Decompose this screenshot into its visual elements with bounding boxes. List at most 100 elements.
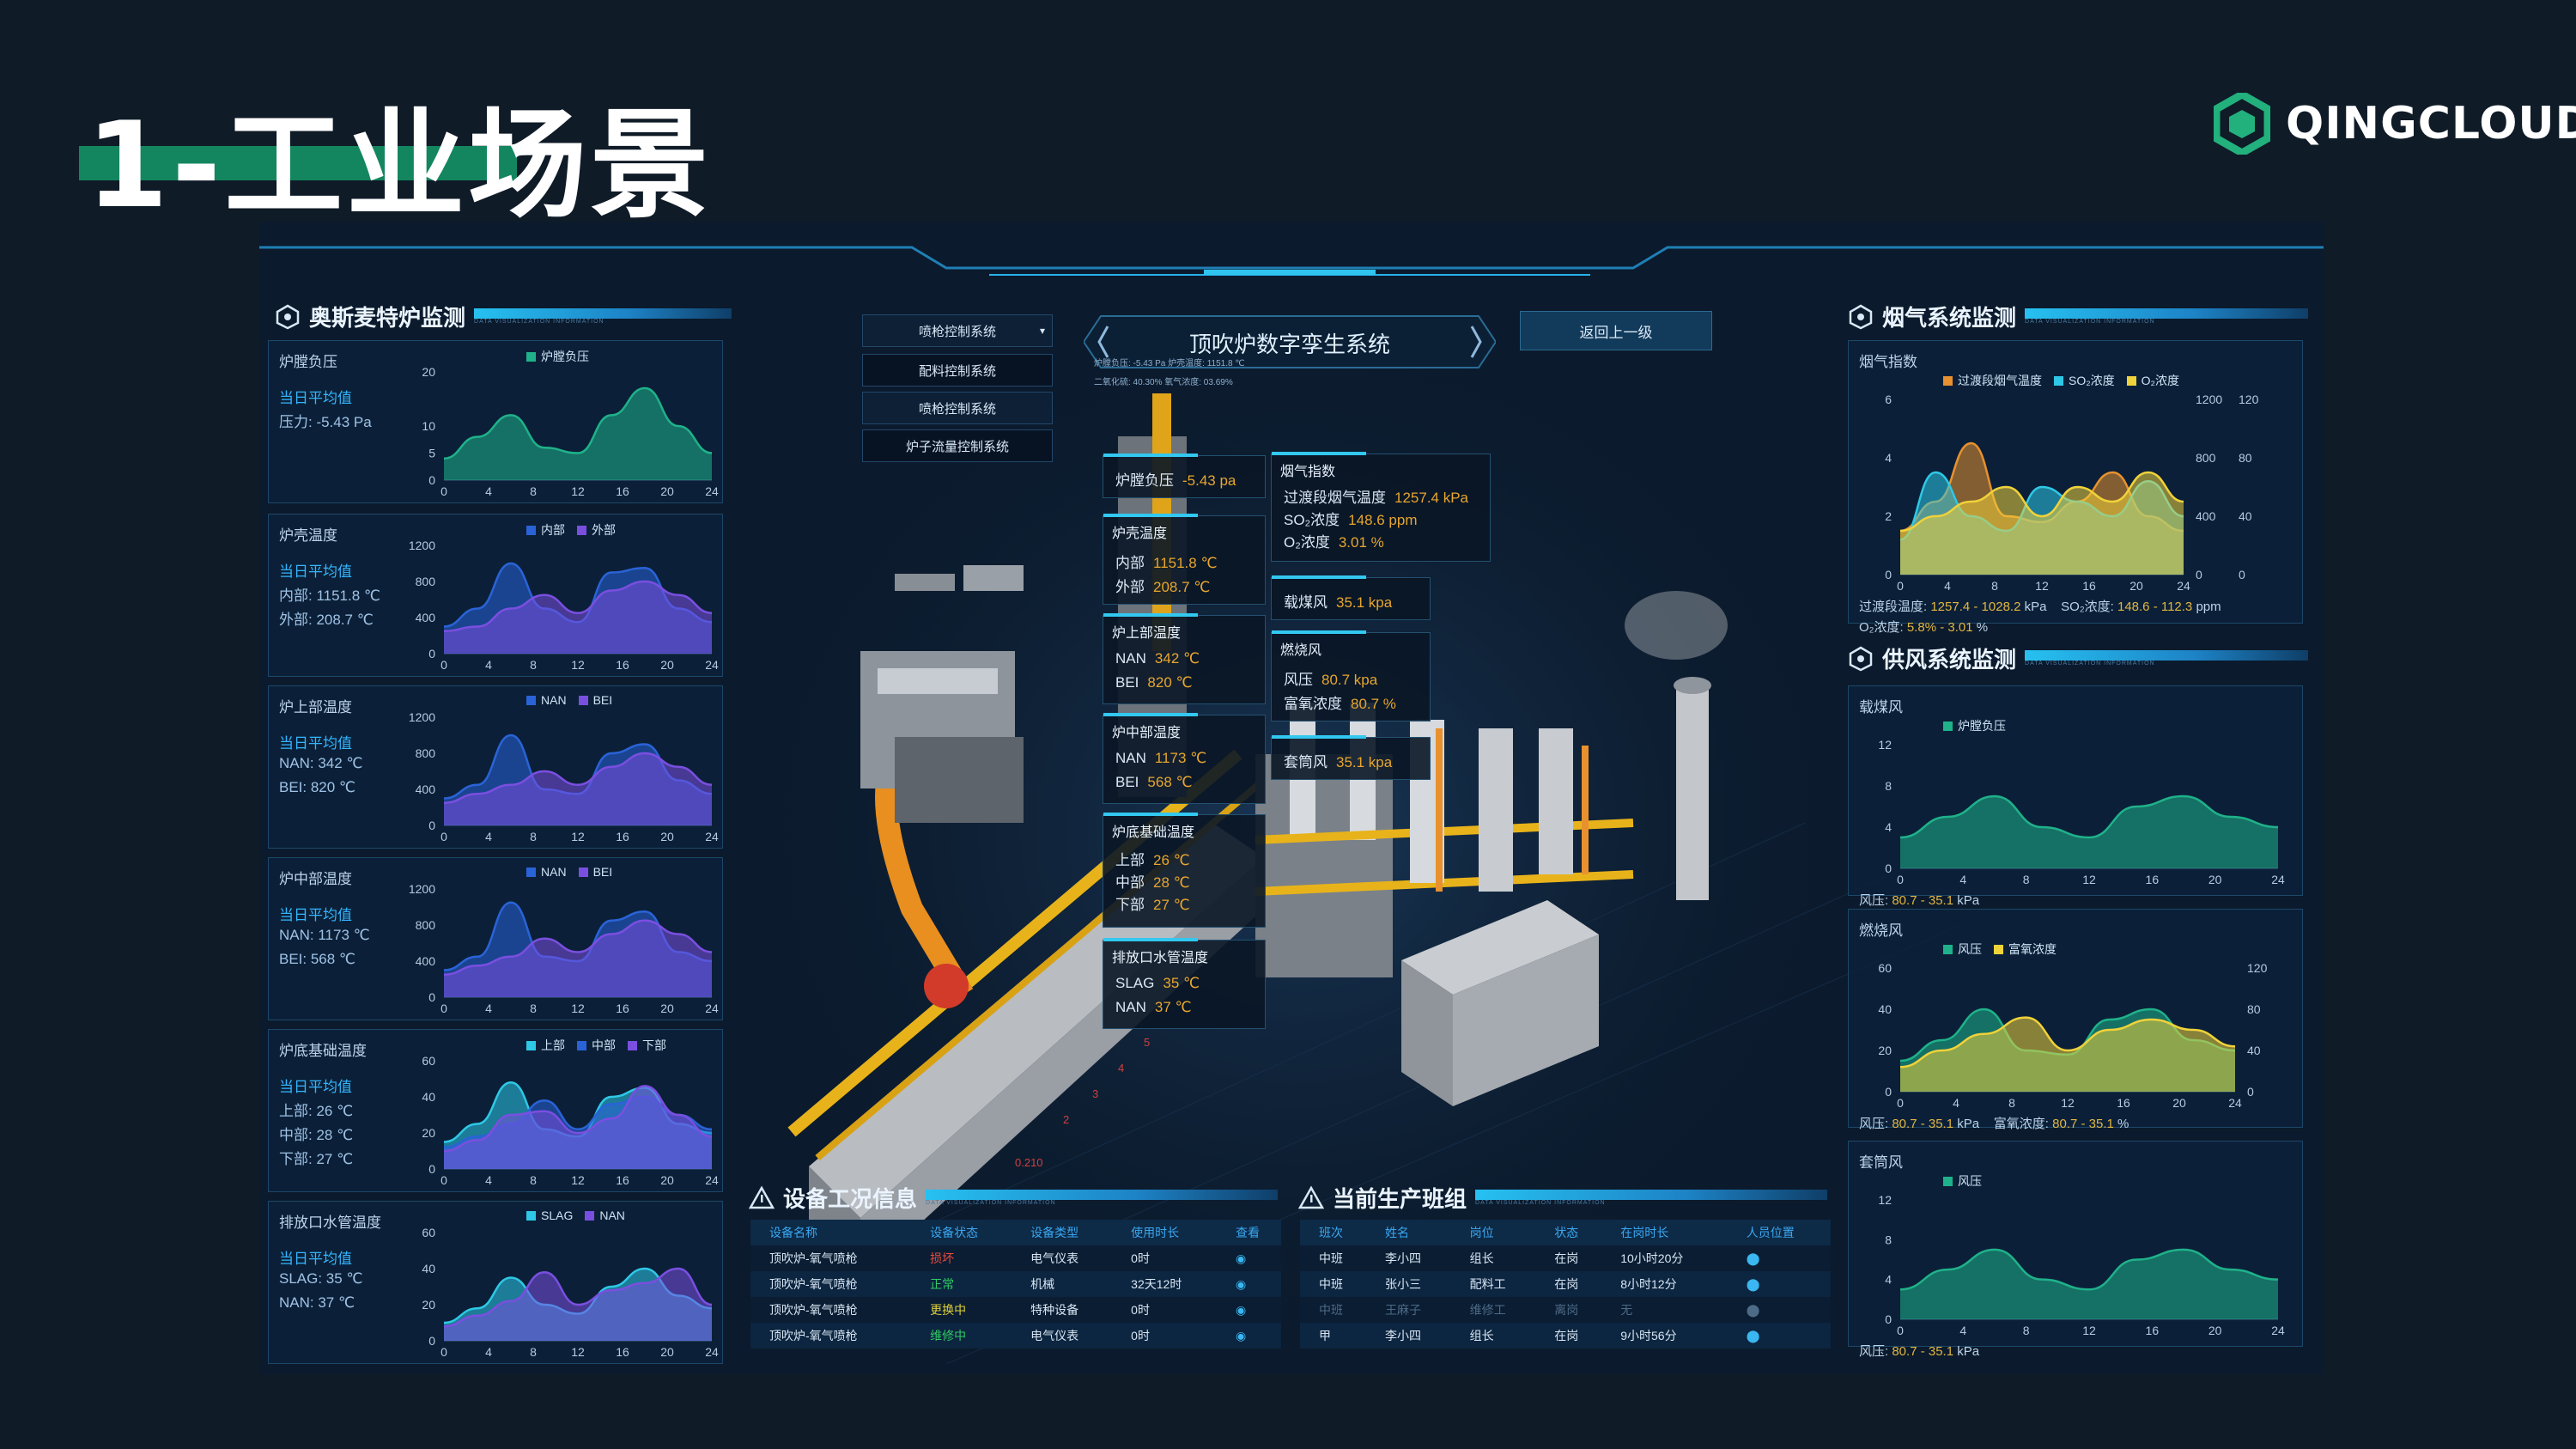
x-tick-label: 20 [2172, 1096, 2186, 1110]
daily-average-value: 中部: 28 ℃ [279, 1127, 354, 1143]
scale-mark: 4 [1118, 1062, 1124, 1075]
x-tick-label: 24 [705, 1002, 719, 1015]
area-chart: 0 400 800 1200 0 4 8 12 16 20 24 [409, 539, 719, 672]
control-menu-item-batching[interactable]: 配料控制系统 [862, 354, 1053, 387]
chart-title: 炉壳温度 [279, 527, 337, 544]
x-tick-label: 24 [705, 1173, 719, 1187]
chart-area: 0 20 40 60 0 40 80 120 0 4 8 12 16 20 24 [1857, 958, 2295, 1117]
area-chart: 0 5 10 20 0 4 8 12 16 20 24 [422, 365, 719, 498]
chart-title: 炉膛负压 [279, 354, 337, 370]
x-tick-label: 0 [440, 830, 447, 843]
chart-title: 载煤风 [1859, 699, 1903, 715]
control-menu-item-lance[interactable]: 喷枪控制系统 ▾ [862, 314, 1053, 347]
box-flue-index[interactable]: 烟气指数 过渡段烟气温度 1257.4 kPa SO₂浓度 148.6 ppm O₂… [1271, 452, 1491, 562]
chart-panel-4: 炉底基础温度 当日平均值 上部: 26 ℃ 中部: 28 ℃ 下部: 27 ℃ 上部 中部下… [268, 1029, 723, 1192]
x-tick-label: 20 [660, 1345, 674, 1359]
back-button[interactable]: 返回上一级 [1520, 311, 1712, 350]
x-tick-label: 8 [2023, 873, 2030, 886]
chart-area: 0 400 800 1200 0 4 8 12 16 20 24 [406, 535, 724, 679]
location-pin-icon[interactable]: ⬤ [1747, 1251, 1760, 1265]
area-chart: 024604008001200040801200 4 8 12 16 20 24 [1885, 393, 2258, 593]
chart-title: 炉中部温度 [279, 871, 352, 887]
x-tick-label: 12 [571, 484, 585, 498]
y2-tick-label: 80 [2247, 1002, 2261, 1016]
box-shell-temp[interactable]: 炉壳温度 内部 1151.8 ℃ 外部 208.7 ℃ [1103, 514, 1266, 605]
x-tick-label: 16 [616, 484, 629, 498]
left-panel-header: 奥斯麦特炉监测 DATA VISUALIZATION INFORMATION [275, 301, 732, 332]
y3-tick-label: 40 [2239, 509, 2252, 523]
legend-item[interactable]: O₂浓度 [2126, 372, 2179, 389]
box-furnace-pressure[interactable]: 炉膛负压 -5.43 pa [1103, 454, 1266, 498]
daily-average-label: 当日平均值 [279, 1251, 352, 1267]
box-burn-air[interactable]: 燃烧风 风压 80.7 kpa 富氧浓度 80.7 % [1271, 630, 1431, 721]
y-tick-label: 800 [416, 575, 436, 588]
legend-item[interactable]: 过渡段烟气温度 [1943, 372, 2042, 389]
location-pin-icon[interactable]: ⬤ [1747, 1303, 1760, 1317]
location-pin-icon[interactable]: ⬤ [1747, 1277, 1760, 1291]
legend-item[interactable]: BEI [578, 693, 612, 707]
x-tick-label: 12 [571, 1002, 585, 1015]
daily-average-value: 外部: 208.7 ℃ [279, 612, 374, 628]
chart-panel-flue: 烟气指数 过渡段烟气温度 SO₂浓度 O₂浓度 0 2 4 6 0 400 800 1200 0 40 80… [1848, 340, 2303, 635]
x-tick-label: 12 [571, 830, 585, 843]
box-upper-temp[interactable]: 炉上部温度 NAN 342 ℃ BEI 820 ℃ [1103, 613, 1266, 704]
slide-title: 1-工业场景 [86, 96, 713, 234]
x-tick-label: 24 [2271, 873, 2285, 886]
x-tick-label: 4 [1959, 1324, 1966, 1337]
view-eye-icon[interactable]: ◉ [1236, 1329, 1246, 1342]
chevron-down-icon: ▾ [1039, 325, 1045, 337]
y-tick-label: 20 [422, 1298, 435, 1312]
y3-tick-label: 80 [2239, 451, 2252, 465]
x-tick-label: 20 [660, 1173, 674, 1187]
control-menu-item-lance-2[interactable]: 喷枪控制系统 [862, 392, 1053, 424]
header-subtitle: DATA VISUALIZATION INFORMATION [2025, 661, 2155, 667]
x-tick-label: 4 [485, 830, 492, 843]
table-row: 顶吹炉-氧气喷枪 正常 机械 32天12时 ◉ [750, 1271, 1281, 1297]
legend-item[interactable]: NAN [526, 693, 567, 707]
box-coal-air[interactable]: 载煤风 35.1 kpa [1271, 575, 1431, 620]
legend-item[interactable]: SO₂浓度 [2054, 372, 2115, 389]
header-subtitle: DATA VISUALIZATION INFORMATION [926, 1200, 1056, 1206]
x-tick-label: 24 [705, 658, 719, 672]
legend-item[interactable]: 富氧浓度 [1994, 941, 2057, 958]
x-tick-label: 12 [2035, 579, 2049, 593]
box-middle-temp[interactable]: 炉中部温度 NAN 1173 ℃ BEI 568 ℃ [1103, 713, 1266, 804]
chart-legend: 过渡段烟气温度 SO₂浓度 O₂浓度 [1943, 372, 2179, 389]
legend-item[interactable]: BEI [578, 865, 612, 879]
location-pin-icon[interactable]: ⬤ [1747, 1329, 1760, 1342]
legend-item[interactable]: 风压 [1943, 941, 1982, 958]
chart-legend: NAN BEI [526, 865, 612, 879]
left-panel-title: 奥斯麦特炉监测 [309, 305, 466, 331]
x-tick-label: 24 [2271, 1324, 2285, 1337]
legend-item[interactable]: 风压 [1943, 1172, 1982, 1190]
table-row: 顶吹炉-氧气喷枪 维修中 电气仪表 0时 ◉ [750, 1323, 1281, 1349]
shift-table: 班次 姓名 岗位 状态 在岗时长 人员位置 中班 李小四 组长 在岗 10小时20分 ⬤ … [1300, 1220, 1831, 1349]
x-tick-label: 12 [571, 1345, 585, 1359]
y-tick-label: 60 [1878, 961, 1892, 975]
daily-average-value: NAN: 342 ℃ [279, 755, 363, 771]
x-tick-label: 4 [1959, 873, 1966, 886]
x-tick-label: 8 [530, 1002, 537, 1015]
view-eye-icon[interactable]: ◉ [1236, 1251, 1246, 1265]
legend-item[interactable]: NAN [585, 1209, 625, 1222]
x-tick-label: 0 [1897, 873, 1904, 886]
box-sleeve-air[interactable]: 套筒风 35.1 kpa [1271, 735, 1431, 780]
flue-panel-header: 烟气系统监测 DATA VISUALIZATION INFORMATION [1848, 301, 2309, 332]
x-tick-label: 20 [2129, 579, 2143, 593]
box-drain-temp[interactable]: 排放口水管温度 SLAG 35 ℃ NAN 37 ℃ [1103, 938, 1266, 1029]
y-tick-label: 12 [1878, 738, 1892, 752]
control-menu-item-flow[interactable]: 炉子流量控制系统 [862, 429, 1053, 462]
daily-average-value: 压力: -5.43 Pa [279, 414, 372, 430]
legend-item[interactable]: NAN [526, 865, 567, 879]
legend-item[interactable]: 炉膛负压 [1943, 717, 2006, 734]
y-tick-label: 2 [1885, 509, 1892, 523]
view-eye-icon[interactable]: ◉ [1236, 1303, 1246, 1317]
header-bar [1475, 1190, 1828, 1200]
daily-average-label: 当日平均值 [279, 735, 352, 752]
x-tick-label: 16 [616, 1173, 629, 1187]
box-base-temp[interactable]: 炉底基础温度 上部 26 ℃ 中部 28 ℃ 下部 27 ℃ [1103, 813, 1266, 928]
view-eye-icon[interactable]: ◉ [1236, 1277, 1246, 1291]
legend-item[interactable]: SLAG [526, 1209, 573, 1222]
chart-area: 0 20 40 60 0 4 8 12 16 20 24 [406, 1050, 724, 1194]
x-tick-label: 12 [2082, 1324, 2096, 1337]
